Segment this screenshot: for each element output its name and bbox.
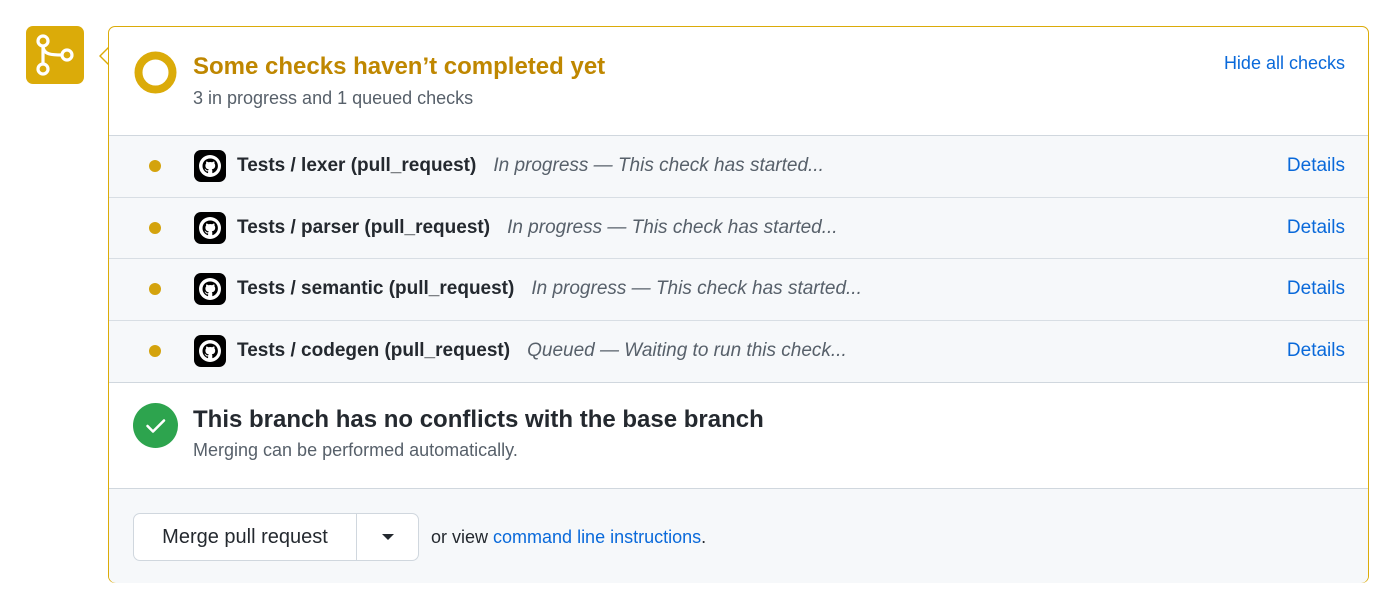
command-line-instructions-link[interactable]: command line instructions	[493, 527, 701, 547]
pending-dot-icon	[149, 345, 161, 358]
check-row: Tests / semantic (pull_request) In progre…	[109, 259, 1368, 321]
github-logo-icon	[194, 150, 226, 183]
git-merge-icon	[26, 26, 84, 84]
merge-pull-request-button[interactable]: Merge pull request	[134, 514, 357, 560]
merge-actions: Merge pull request or view command line …	[109, 489, 1368, 583]
conflict-subtitle: Merging can be performed automatically.	[193, 440, 518, 460]
merge-button-group: Merge pull request	[133, 513, 419, 561]
caret-down-icon	[381, 534, 394, 540]
checks-status-header: Some checks haven’t completed yet 3 in p…	[109, 27, 1368, 135]
check-name: Tests / lexer (pull_request)	[237, 155, 477, 177]
check-name: Tests / codegen (pull_request)	[237, 340, 511, 362]
or-view-text: or view	[431, 527, 489, 547]
check-row: Tests / lexer (pull_request) In progress …	[109, 136, 1368, 198]
pending-dot-icon	[149, 221, 161, 234]
details-link[interactable]: Details	[1287, 278, 1345, 300]
github-logo-icon	[194, 211, 226, 244]
checks-status-title: Some checks haven’t completed yet	[193, 53, 606, 80]
merge-status-panel: Some checks haven’t completed yet 3 in p…	[108, 26, 1369, 583]
details-link[interactable]: Details	[1287, 217, 1345, 239]
check-description: In progress — This check has started...	[531, 278, 862, 300]
check-circle-icon	[133, 403, 178, 448]
pending-dot-icon	[149, 283, 161, 296]
check-row: Tests / parser (pull_request) In progress…	[109, 198, 1368, 259]
github-logo-icon	[194, 335, 226, 368]
check-name: Tests / parser (pull_request)	[237, 216, 491, 238]
checks-status-subtitle: 3 in progress and 1 queued checks	[193, 88, 474, 108]
check-description: Queued — Waiting to run this check...	[527, 340, 847, 362]
hide-all-checks-link[interactable]: Hide all checks	[1224, 53, 1345, 74]
hint-period: .	[701, 527, 707, 547]
github-logo-icon	[194, 273, 226, 306]
conflict-title: This branch has no conflicts with the ba…	[193, 406, 764, 433]
check-name: Tests / semantic (pull_request)	[237, 278, 515, 300]
merge-method-dropdown-button[interactable]	[357, 514, 418, 560]
conflict-status: This branch has no conflicts with the ba…	[109, 382, 1368, 489]
checks-list: Tests / lexer (pull_request) In progress …	[109, 135, 1368, 383]
check-description: In progress — This check has started...	[493, 155, 824, 177]
pending-ring-icon	[134, 51, 177, 94]
command-line-hint: or view command line instructions.	[431, 527, 706, 548]
pending-dot-icon	[149, 160, 161, 173]
details-link[interactable]: Details	[1287, 340, 1345, 362]
check-row: Tests / codegen (pull_request) Queued — W…	[109, 321, 1368, 383]
check-description: In progress — This check has started...	[507, 216, 838, 238]
details-link[interactable]: Details	[1287, 155, 1345, 177]
